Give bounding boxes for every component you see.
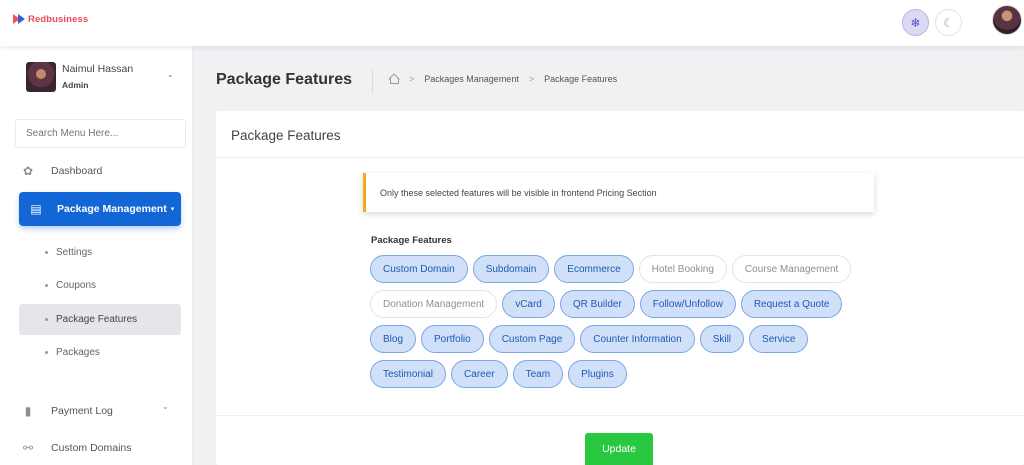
breadcrumb-separator: > [409,74,415,84]
feature-chip[interactable]: Donation Management [370,290,498,318]
user-name: Naimul Hassan [62,63,134,75]
feature-chip[interactable]: Testimonial [370,360,447,388]
user-role: Admin [62,80,89,90]
page-title: Package Features [216,71,353,88]
feature-chip[interactable]: Portfolio [421,325,484,353]
document-icon: ▤ [30,202,42,216]
home-icon[interactable] [388,74,399,84]
chip-row: Testimonial Career Team Plugins [370,360,870,388]
feature-chip[interactable]: Follow/Unfollow [639,290,736,318]
user-profile[interactable]: Naimul Hassan Admin ⌄ [16,60,186,104]
bullet-icon [45,351,48,354]
update-button[interactable]: Update [585,433,653,465]
sidebar-subitem-settings[interactable]: Settings [19,237,181,268]
sidebar-subitem-packages[interactable]: Packages [19,337,181,368]
sidebar-subitem-coupons[interactable]: Coupons [19,270,181,301]
breadcrumb-item[interactable]: Packages Management [424,74,519,84]
bullet-icon [45,284,48,287]
top-bar: Redbusiness ❄ ☾ [0,0,1024,46]
sidebar-item-label: Dashboard [51,165,103,177]
feature-chip[interactable]: Career [451,360,508,388]
feature-chip-group: Custom Domain Subdomain Ecommerce Hotel … [370,255,870,395]
breadcrumb: > Packages Management > Package Features [388,74,617,84]
bullet-icon [45,318,48,321]
user-avatar [26,62,56,92]
feature-chip[interactable]: Course Management [731,255,852,283]
chevron-down-icon[interactable]: ⌄ [167,70,174,79]
header-divider [372,68,373,94]
feature-chip[interactable]: Blog [370,325,417,353]
sidebar: Naimul Hassan Admin ⌄ ✿ Dashboard ▤ Pack… [0,46,193,465]
feature-chip[interactable]: Team [512,360,564,388]
receipt-icon: ▮ [24,404,32,418]
caret-down-icon: ▾ [170,206,175,213]
sidebar-item-label: Package Management [57,203,167,215]
brand-logo[interactable]: Redbusiness [13,12,88,26]
breadcrumb-separator: > [528,74,535,84]
bullet-icon [45,251,48,254]
card-title: Package Features [231,128,341,143]
feature-chip[interactable]: QR Builder [559,290,635,318]
feature-chip[interactable]: Plugins [568,360,627,388]
feature-chip[interactable]: Service [749,325,809,353]
sidebar-item-dashboard[interactable]: ✿ Dashboard [19,158,102,184]
feature-chip[interactable]: Ecommerce [554,255,634,283]
menu-search-input[interactable] [15,119,186,148]
sidebar-item-package-management[interactable]: ▤ Package Management ▾ [19,192,181,226]
info-alert: Only these selected features will be vis… [363,173,874,212]
sidebar-item-payment-log[interactable]: ▮ Payment Log [19,398,113,424]
sidebar-subitem-label: Settings [56,247,93,258]
feature-chip[interactable]: Request a Quote [740,290,843,318]
breadcrumb-item: Package Features [544,74,618,84]
feature-chip[interactable]: Skill [699,325,745,353]
sidebar-subitem-label: Packages [56,347,100,358]
sidebar-item-label: Payment Log [51,405,113,417]
package-features-card: Package Features Only these selected fea… [216,111,1024,465]
sidebar-subitem-package-features[interactable]: Package Features [19,304,181,335]
brand-name: Redbusiness [28,13,89,25]
feature-chip[interactable]: Custom Domain [370,255,468,283]
chip-row: Donation Management vCard QR Builder Fol… [370,290,870,318]
chip-row: Blog Portfolio Custom Page Counter Infor… [370,325,870,353]
features-label: Package Features [371,235,452,246]
sidebar-subitem-label: Package Features [56,314,138,325]
dashboard-icon: ✿ [22,164,34,178]
moon-icon[interactable]: ☾ [935,9,962,36]
divider [216,157,1024,158]
logo-icon [13,12,27,26]
feature-chip[interactable]: Custom Page [488,325,576,353]
sidebar-item-custom-domains[interactable]: ⚯ Custom Domains [19,435,132,461]
sidebar-item-label: Custom Domains [51,442,132,454]
feature-chip[interactable]: Hotel Booking [638,255,727,283]
page-header: Package Features > Packages Management >… [193,46,1024,110]
link-icon: ⚯ [22,441,34,455]
chip-row: Custom Domain Subdomain Ecommerce Hotel … [370,255,870,283]
feature-chip[interactable]: vCard [502,290,555,318]
feature-chip[interactable]: Subdomain [472,255,550,283]
profile-avatar[interactable] [992,5,1022,35]
chevron-down-icon[interactable]: ⌄ [162,402,169,411]
divider [216,415,1024,416]
sidebar-subitem-label: Coupons [56,280,97,291]
feature-chip[interactable]: Counter Information [580,325,695,353]
sun-icon[interactable]: ❄ [902,9,929,36]
